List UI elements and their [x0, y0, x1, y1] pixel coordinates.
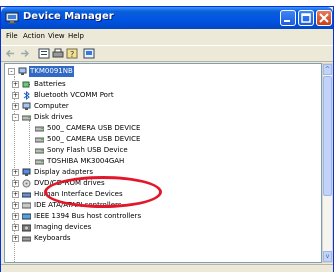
window-title: Device Manager	[23, 11, 114, 22]
tree-item-label: IEEE 1394 Bus host controllers	[34, 212, 142, 220]
computer-management-icon	[5, 12, 19, 24]
expand-toggle[interactable]: +	[12, 92, 19, 99]
menu-help[interactable]: Help	[68, 32, 84, 40]
bluetooth-icon	[23, 91, 30, 100]
tree-root-label: TKM0091NB	[29, 66, 74, 77]
computer-icon	[18, 67, 27, 75]
collapse-toggle[interactable]: -	[12, 114, 19, 121]
tree-item-label: IDE ATA/ATAPI controllers	[34, 201, 122, 209]
device-tree[interactable]: - TKM0091NB + Batteries + Bluetooth VCOM…	[4, 63, 322, 263]
disk-icon	[35, 126, 44, 132]
expand-toggle[interactable]: +	[12, 81, 19, 88]
print-icon[interactable]	[52, 48, 64, 59]
close-button[interactable]	[316, 10, 332, 26]
disk-drive-icon	[22, 115, 31, 121]
forward-arrow-icon[interactable]	[18, 48, 30, 59]
tree-item-label: TOSHIBA MK3004GAH	[47, 157, 125, 165]
ide-icon	[22, 202, 31, 209]
firewire-icon	[22, 213, 31, 220]
computer-icon	[22, 102, 31, 110]
menu-action[interactable]: Action	[23, 32, 45, 40]
tree-root[interactable]: - TKM0091NB	[8, 66, 88, 77]
tree-item-label: Disk drives	[34, 113, 73, 121]
tree-item-label: Bluetooth VCOMM Port	[34, 91, 114, 99]
tree-item-label: Sony Flash USB Device	[47, 146, 128, 154]
expand-toggle[interactable]: +	[12, 103, 19, 110]
expand-toggle[interactable]: +	[12, 202, 19, 209]
help-icon[interactable]: ?	[66, 48, 78, 59]
maximize-icon	[301, 13, 311, 23]
close-icon	[319, 13, 329, 23]
expand-toggle[interactable]: +	[12, 235, 19, 242]
tree-item-label: Imaging devices	[34, 223, 92, 231]
expand-toggle[interactable]: +	[12, 213, 19, 220]
scroll-up-button[interactable]: ^	[323, 64, 332, 75]
expand-toggle[interactable]: +	[12, 224, 19, 231]
vertical-scrollbar[interactable]: ^ v	[322, 63, 333, 263]
menu-view[interactable]: View	[48, 32, 65, 40]
svg-text:?: ?	[70, 50, 74, 59]
camera-icon	[22, 224, 31, 232]
scan-hardware-icon[interactable]	[83, 48, 95, 59]
tree-item-label: Batteries	[34, 80, 66, 88]
tree-item-label: Computer	[34, 102, 69, 110]
disk-icon	[35, 137, 44, 143]
properties-icon[interactable]	[38, 48, 50, 59]
disk-icon	[35, 148, 44, 154]
menu-bar: File Action View Help	[1, 29, 333, 45]
scroll-down-button[interactable]: v	[323, 251, 332, 262]
back-arrow-icon[interactable]	[5, 48, 17, 59]
expand-toggle[interactable]: +	[12, 169, 19, 176]
keyboard-icon	[22, 236, 31, 242]
hid-icon	[22, 192, 31, 198]
cdrom-icon	[22, 179, 31, 188]
display-icon	[22, 168, 31, 176]
maximize-button[interactable]	[298, 10, 314, 26]
minimize-icon	[284, 20, 290, 22]
tree-item-label: Human Interface Devices	[34, 190, 123, 198]
tree-item-label: Keyboards	[34, 234, 71, 242]
expand-toggle[interactable]: +	[12, 191, 19, 198]
tree-item-label: DVD/CD-ROM drives	[34, 179, 105, 187]
tree-item-label: Display adapters	[34, 168, 94, 176]
expand-toggle[interactable]: +	[12, 180, 19, 187]
toolbar: ?	[1, 45, 333, 62]
device-manager-window: Device Manager File Action View Help ? -…	[0, 6, 334, 272]
collapse-root-toggle[interactable]: -	[8, 68, 15, 75]
menu-file[interactable]: File	[6, 32, 18, 40]
scroll-thumb[interactable]	[323, 76, 332, 196]
disk-icon	[35, 159, 44, 165]
tree-item-label: 500_ CAMERA USB DEVICE	[47, 135, 141, 143]
minimize-button[interactable]	[280, 10, 296, 26]
title-bar[interactable]: Device Manager	[1, 7, 333, 29]
status-bar	[1, 264, 333, 272]
tree-item-label: 500_ CAMERA USB DEVICE	[47, 124, 141, 132]
battery-icon	[22, 81, 30, 88]
